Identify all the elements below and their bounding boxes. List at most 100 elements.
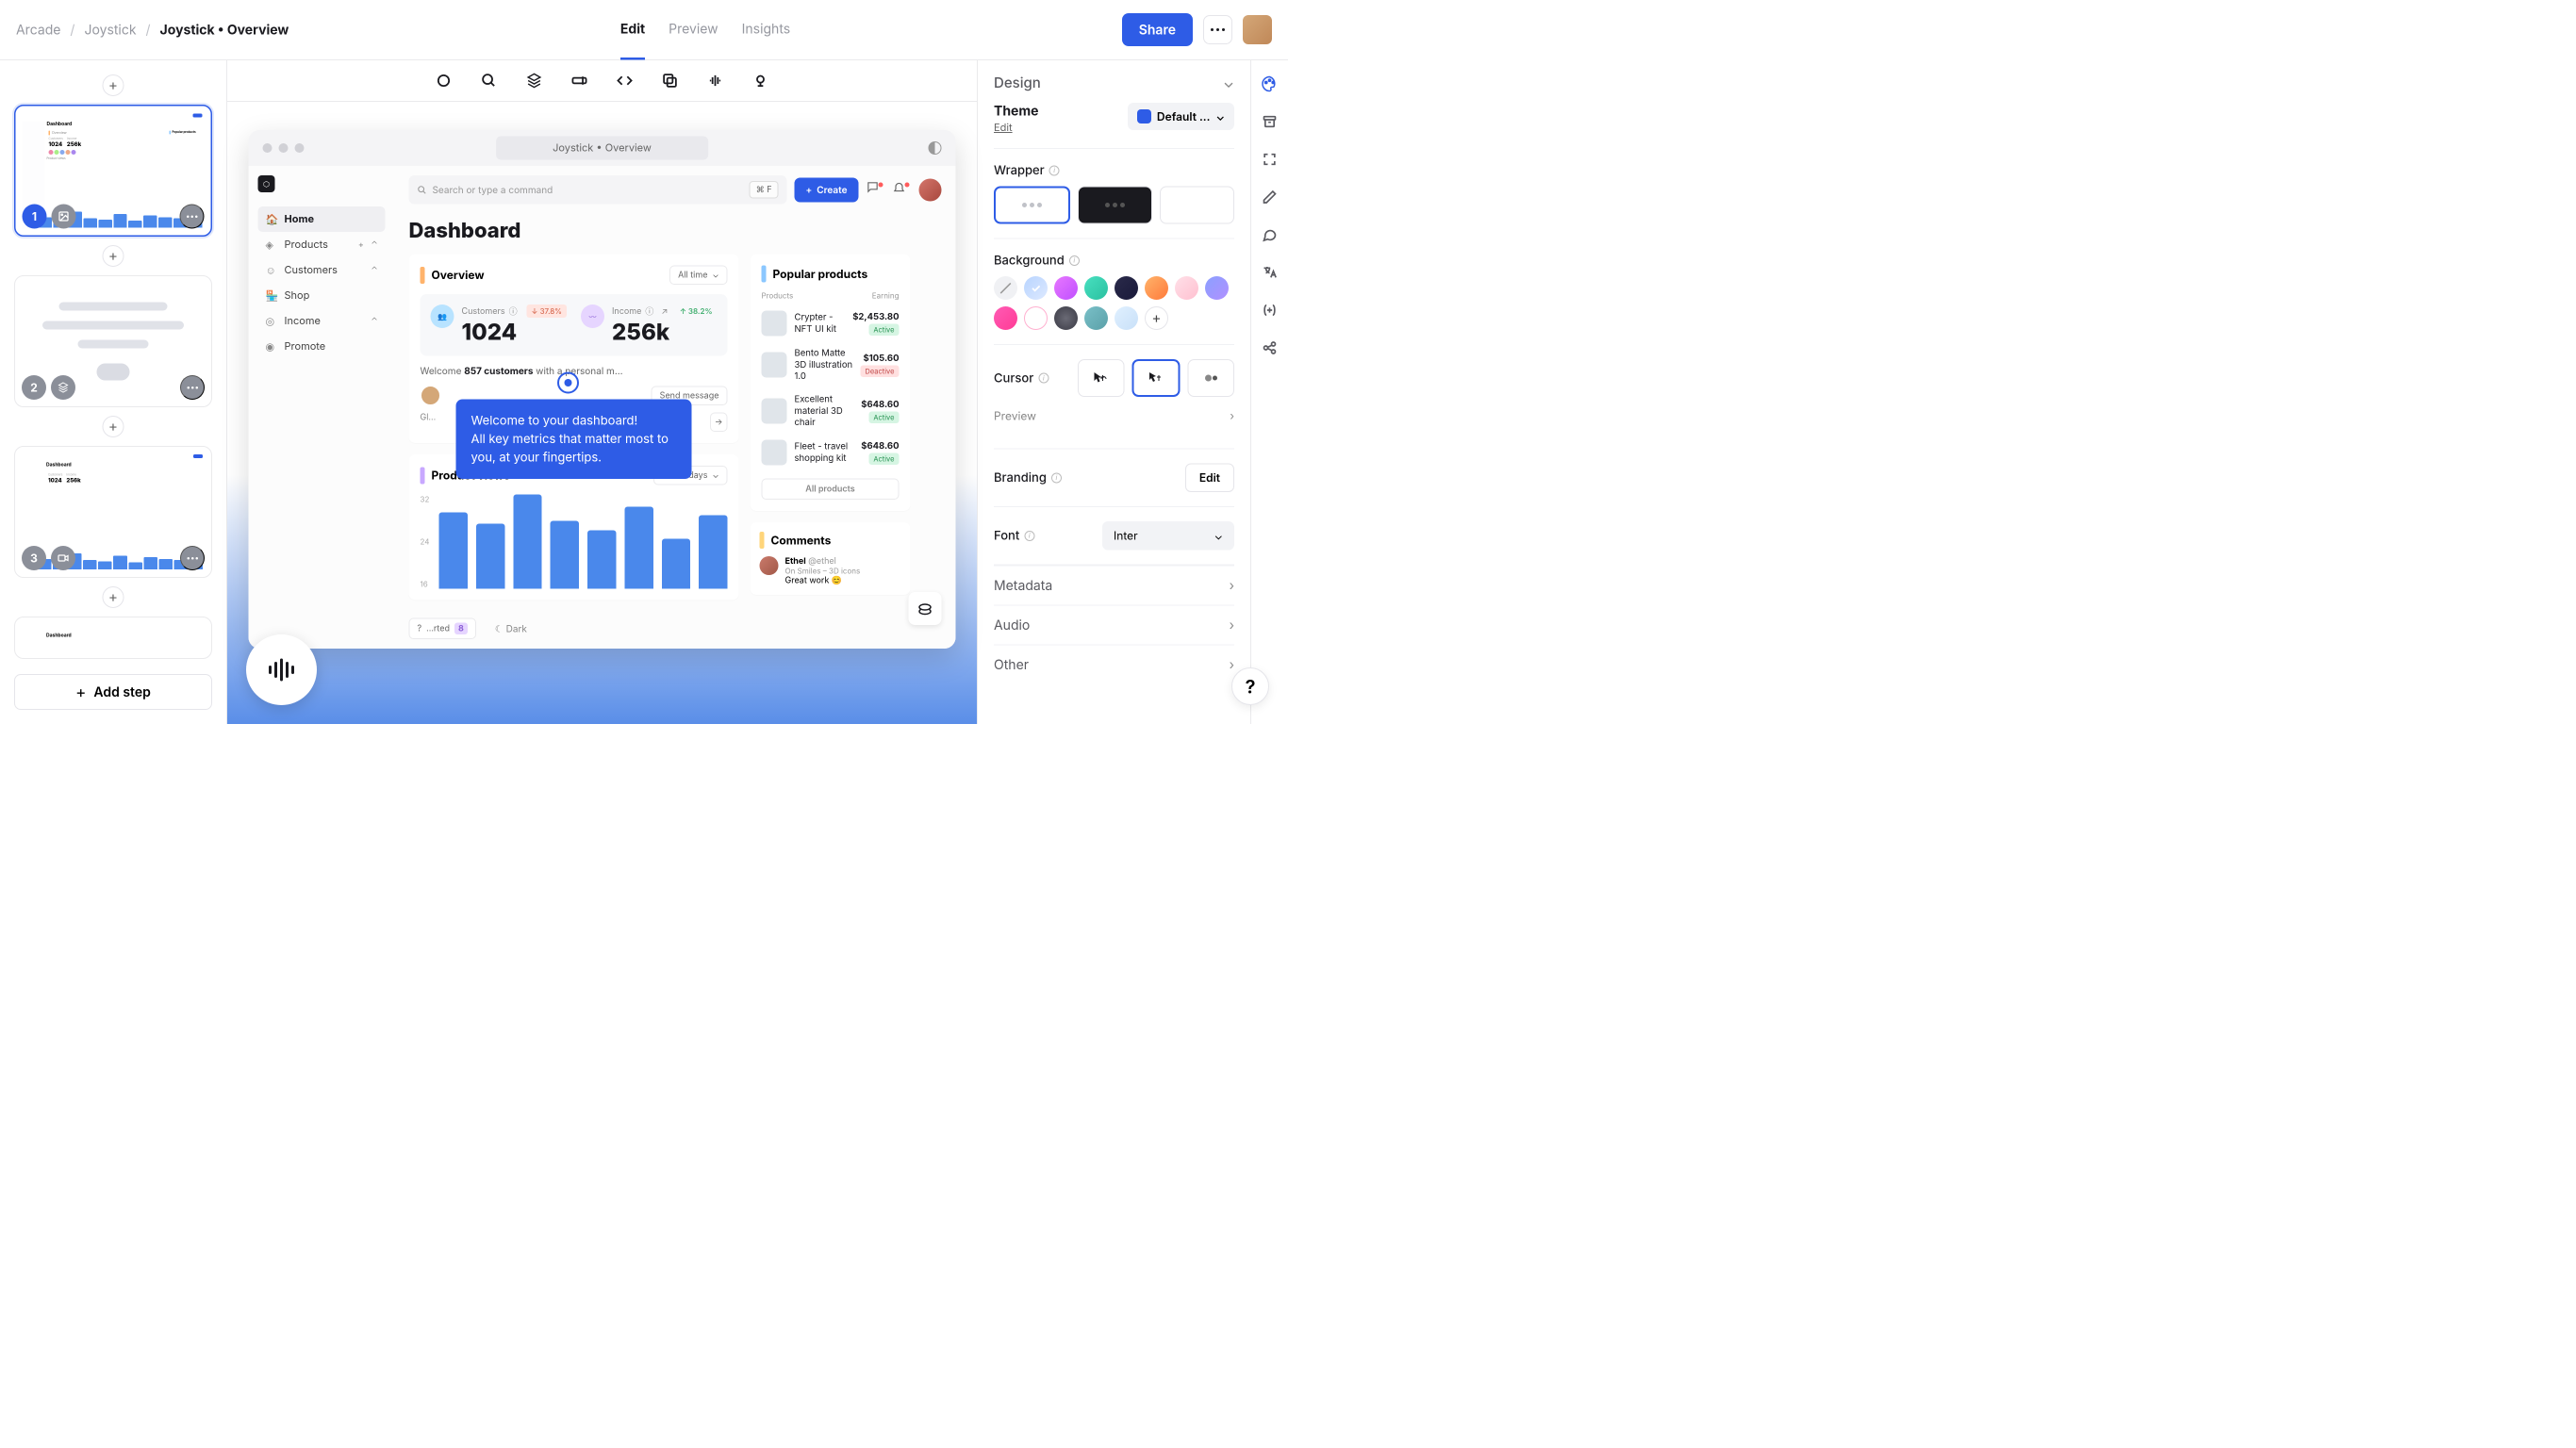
nav-customers[interactable]: ☺Customers⌃	[258, 257, 386, 283]
nav-shop[interactable]: 🏪Shop	[258, 283, 386, 308]
nav-home[interactable]: 🏠Home	[258, 206, 386, 232]
breadcrumb-root[interactable]: Arcade	[16, 22, 60, 38]
traffic-lights	[263, 143, 305, 153]
cursor-dot[interactable]	[1188, 359, 1234, 397]
theme-select[interactable]: Default ...⌄	[1128, 103, 1234, 130]
swatch-7[interactable]	[1205, 276, 1229, 300]
wrapper-dark[interactable]	[1078, 187, 1152, 224]
product-row[interactable]: Bento Matte 3D illustration 1.0 $105.60 …	[762, 342, 900, 388]
tab-edit[interactable]: Edit	[620, 21, 645, 60]
canvas-stage[interactable]: Joystick • Overview ⬡ 🏠Home ◈Products+ ⌃…	[227, 102, 977, 724]
step-2-more[interactable]	[180, 375, 205, 400]
step-card-3[interactable]: Dashboard Customers1024Income256k 3	[14, 446, 212, 578]
add-step-after-1[interactable]: +	[103, 245, 124, 267]
search-bar[interactable]: Search or type a command ⌘ F	[409, 175, 787, 205]
product-row[interactable]: Crypter - NFT UI kit $2,453.80 Active	[762, 305, 900, 342]
rail-share-icon[interactable]	[1261, 338, 1280, 357]
more-menu-button[interactable]	[1203, 15, 1232, 44]
swatch-12[interactable]	[1115, 306, 1138, 330]
swatch-add[interactable]: +	[1145, 306, 1168, 330]
branding-edit-button[interactable]: Edit	[1185, 464, 1234, 493]
audio-section[interactable]: Audio›	[994, 605, 1234, 645]
cursor-default[interactable]	[1078, 359, 1124, 397]
step-number-2: 2	[22, 375, 46, 400]
rail-pen-icon[interactable]	[1261, 188, 1280, 206]
breadcrumb-parent[interactable]: Joystick	[84, 22, 136, 38]
product-status: Active	[868, 453, 899, 466]
swatch-10[interactable]	[1054, 306, 1078, 330]
tab-preview[interactable]: Preview	[669, 21, 718, 60]
swatch-none[interactable]	[994, 276, 1017, 300]
overview-filter[interactable]: All time⌄	[669, 266, 727, 286]
user-avatar[interactable]	[1243, 15, 1272, 44]
audio-tool-icon[interactable]	[706, 72, 725, 90]
cursor-pointer[interactable]	[1131, 359, 1180, 397]
overlay-tool-icon[interactable]	[661, 72, 680, 90]
messages-icon[interactable]	[867, 180, 885, 199]
swatch-4[interactable]	[1115, 276, 1138, 300]
breadcrumb-sep: /	[70, 22, 74, 38]
nav-income[interactable]: ◎Income⌃	[258, 308, 386, 334]
step-3-more[interactable]	[180, 546, 205, 570]
product-price: $105.60	[860, 353, 899, 364]
swatch-5[interactable]	[1145, 276, 1168, 300]
corner-badge[interactable]	[909, 592, 942, 625]
swatch-8[interactable]	[994, 306, 1017, 330]
swatch-9[interactable]	[1024, 306, 1048, 330]
voice-recorder-fab[interactable]	[246, 634, 317, 705]
rail-archive-icon[interactable]	[1261, 112, 1280, 131]
code-tool-icon[interactable]	[616, 72, 635, 90]
canvas-toolbar	[227, 60, 977, 102]
nav-promote[interactable]: ◉Promote	[258, 334, 386, 359]
input-tool-icon[interactable]	[570, 72, 589, 90]
product-row[interactable]: Fleet - travel shopping kit $648.60 Acti…	[762, 435, 900, 471]
hotspot-marker[interactable]	[557, 372, 579, 394]
step-card-2-chapter[interactable]: 2	[14, 275, 212, 407]
wrapper-light[interactable]	[994, 187, 1070, 224]
wrapper-none[interactable]	[1160, 187, 1234, 224]
callout-tool-icon[interactable]	[480, 72, 499, 90]
get-started-button[interactable]: ?...rted8	[409, 618, 476, 640]
cursor-preview-link[interactable]: Preview›	[994, 405, 1234, 435]
add-step-after-2[interactable]: +	[103, 416, 124, 437]
tab-insights[interactable]: Insights	[742, 21, 791, 60]
rail-fullscreen-icon[interactable]	[1261, 150, 1280, 169]
design-section-header[interactable]: Design ⌄	[994, 74, 1234, 91]
rail-palette-icon[interactable]	[1261, 74, 1280, 93]
page-title: Dashboard	[409, 218, 942, 243]
share-button[interactable]: Share	[1122, 13, 1193, 46]
camera-tool-icon[interactable]	[751, 72, 770, 90]
step-1-more[interactable]	[180, 205, 205, 229]
other-section[interactable]: Other›	[994, 645, 1234, 684]
notifications-icon[interactable]	[893, 180, 912, 199]
tooltip-content[interactable]: Welcome to your dashboard! All key metri…	[456, 400, 692, 480]
swatch-6[interactable]	[1175, 276, 1198, 300]
layers-tool-icon[interactable]	[525, 72, 544, 90]
swatch-11[interactable]	[1084, 306, 1108, 330]
next-arrow[interactable]: →	[710, 413, 728, 433]
create-button[interactable]: +Create	[795, 177, 859, 202]
rail-variables-icon[interactable]	[1261, 301, 1280, 320]
add-step-before-1[interactable]: +	[103, 74, 124, 96]
step-card-1[interactable]: Dashboard Overview Customers1024Income25…	[14, 105, 212, 237]
swatch-3[interactable]	[1084, 276, 1108, 300]
product-row[interactable]: Excellent material 3D chair $648.60 Acti…	[762, 388, 900, 435]
font-select[interactable]: Inter⌄	[1102, 521, 1234, 551]
metadata-section[interactable]: Metadata›	[994, 566, 1234, 605]
rail-comment-icon[interactable]	[1261, 225, 1280, 244]
swatch-1[interactable]	[1024, 276, 1048, 300]
hotspot-tool-icon[interactable]	[435, 72, 454, 90]
help-fab[interactable]: ?	[1231, 667, 1269, 705]
rail-translate-icon[interactable]	[1261, 263, 1280, 282]
swatch-2[interactable]	[1054, 276, 1078, 300]
theme-edit-link[interactable]: Edit	[994, 122, 1039, 134]
inner-user-avatar[interactable]	[919, 178, 942, 201]
add-step-after-3[interactable]: +	[103, 586, 124, 608]
product-thumbnail	[762, 311, 787, 337]
contrast-icon[interactable]	[929, 141, 942, 155]
all-products-link[interactable]: All products	[762, 479, 900, 501]
step-card-4[interactable]: Dashboard	[14, 617, 212, 659]
nav-products[interactable]: ◈Products+ ⌃	[258, 232, 386, 257]
steps-panel: + Dashboard Overview Customers1024Income…	[0, 60, 227, 724]
add-step-button[interactable]: +Add step	[14, 674, 212, 710]
